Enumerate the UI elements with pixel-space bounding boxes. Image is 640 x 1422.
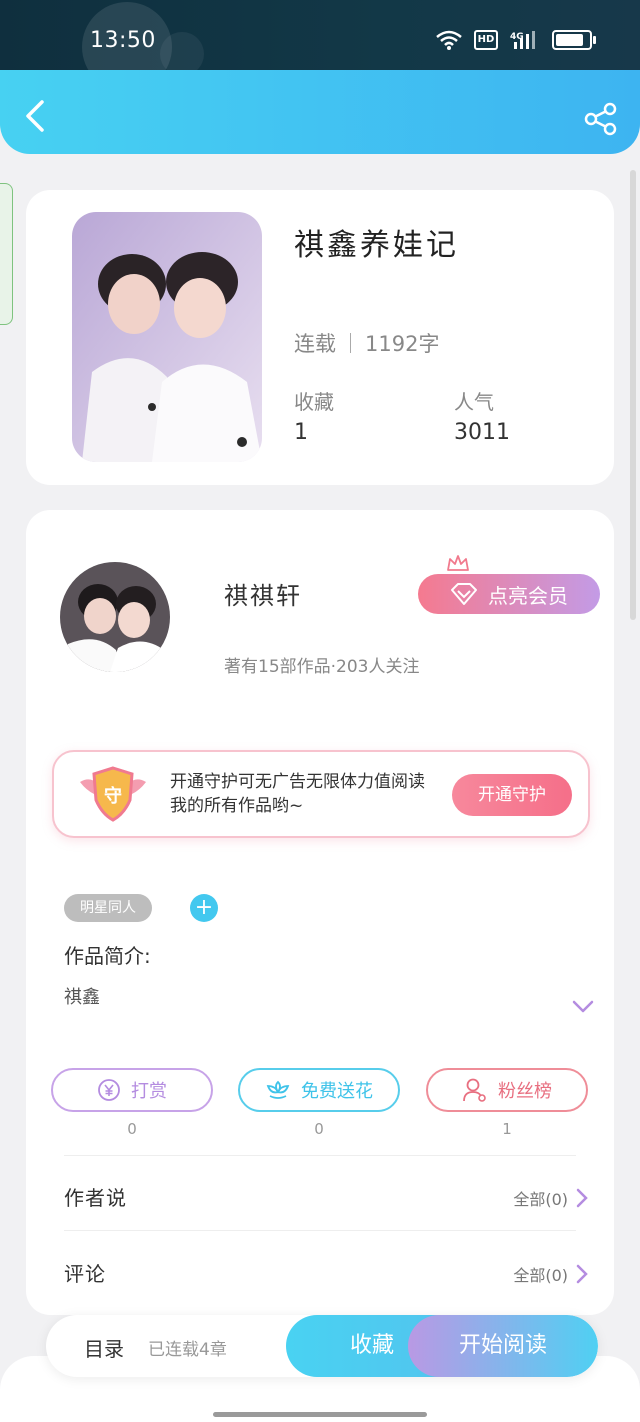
fans-ranking-label: 粉丝榜	[498, 1081, 552, 1102]
guard-badge-icon: 守	[80, 766, 146, 822]
comments-title: 评论	[64, 1262, 106, 1286]
author-name[interactable]: 祺祺轩	[224, 576, 302, 611]
word-count: 1192字	[365, 332, 440, 356]
comments-link[interactable]: 全部(0)	[513, 1262, 588, 1286]
favorites-value: 1	[294, 420, 308, 445]
book-title: 祺鑫养娃记	[294, 228, 459, 263]
open-guard-button[interactable]: 开通守护	[452, 774, 572, 816]
author-avatar[interactable]	[60, 562, 170, 672]
divider	[64, 1230, 576, 1231]
book-cover-image[interactable]	[72, 212, 262, 462]
chevron-down-icon[interactable]	[572, 1000, 594, 1014]
top-nav-bar	[0, 70, 640, 154]
reward-count: 0	[127, 1120, 137, 1138]
flower-icon	[266, 1080, 290, 1099]
share-icon[interactable]	[584, 102, 618, 136]
user-icon	[463, 1078, 486, 1102]
table-of-contents-button[interactable]: 目录	[84, 1333, 124, 1362]
vip-button-label: 点亮会员	[488, 583, 568, 608]
hd-icon: HD	[474, 30, 498, 50]
add-tag-button[interactable]: +	[190, 894, 218, 922]
guard-description: 开通守护可无广告无限体力值阅读我的所有作品哟~	[170, 772, 425, 816]
serial-status: 连载	[294, 332, 336, 356]
favorites-label: 收藏	[294, 390, 334, 414]
guard-banner: 守 开通守护可无广告无限体力值阅读我的所有作品哟~ 开通守护	[52, 750, 590, 838]
chevron-right-icon	[576, 1188, 588, 1208]
flower-count: 0	[314, 1120, 324, 1138]
diamond-icon	[451, 583, 477, 605]
fans-ranking-button[interactable]: 粉丝榜 1	[426, 1068, 588, 1138]
send-flower-label: 免费送花	[301, 1081, 373, 1102]
fans-count: 1	[502, 1120, 512, 1138]
popularity-value: 3011	[454, 420, 510, 445]
wifi-icon	[436, 30, 462, 50]
yen-icon	[98, 1079, 120, 1101]
crown-icon	[447, 555, 469, 571]
chapter-count: 已连载4章	[148, 1340, 227, 1360]
battery-icon	[552, 30, 596, 50]
author-says-link[interactable]: 全部(0)	[513, 1186, 588, 1210]
comments-count: 全部(0)	[513, 1266, 568, 1285]
start-reading-button[interactable]: 开始阅读	[408, 1315, 598, 1377]
bottom-action-dock: 目录 已连载4章 收藏 开始阅读	[46, 1315, 598, 1377]
author-says-title: 作者说	[64, 1186, 127, 1210]
genre-tag[interactable]: 明星同人	[64, 894, 152, 922]
vip-button[interactable]: 点亮会员	[418, 574, 600, 614]
back-icon[interactable]	[20, 96, 50, 136]
chevron-right-icon	[576, 1264, 588, 1284]
author-says-count: 全部(0)	[513, 1190, 568, 1209]
floating-edge-tab[interactable]	[0, 183, 13, 325]
reward-button[interactable]: 打赏 0	[51, 1068, 213, 1138]
reward-label: 打赏	[131, 1081, 167, 1102]
status-icons: HD 4G	[436, 30, 596, 50]
popularity-label: 人气	[454, 390, 494, 414]
divider	[64, 1155, 576, 1156]
status-time: 13:50	[90, 28, 156, 53]
home-indicator[interactable]	[213, 1412, 427, 1417]
book-info-card: 祺鑫养娃记 连载 1192字 收藏 1 人气 3011	[26, 190, 614, 485]
svg-text:守: 守	[104, 785, 122, 807]
author-stats: 著有15部作品·203人关注	[224, 657, 420, 677]
status-bar: 13:50 HD 4G	[0, 0, 640, 92]
signal-icon: 4G	[510, 31, 535, 49]
intro-text: 祺鑫	[64, 987, 100, 1008]
intro-label: 作品简介:	[64, 944, 151, 968]
divider	[350, 333, 351, 353]
scrollbar[interactable]	[630, 170, 636, 620]
book-status-line: 连载 1192字	[294, 328, 439, 358]
send-flower-button[interactable]: 免费送花 0	[238, 1068, 400, 1138]
author-card: 祺祺轩 著有15部作品·203人关注 点亮会员 守 开通守护可无广告无限体力值阅…	[26, 510, 614, 1315]
